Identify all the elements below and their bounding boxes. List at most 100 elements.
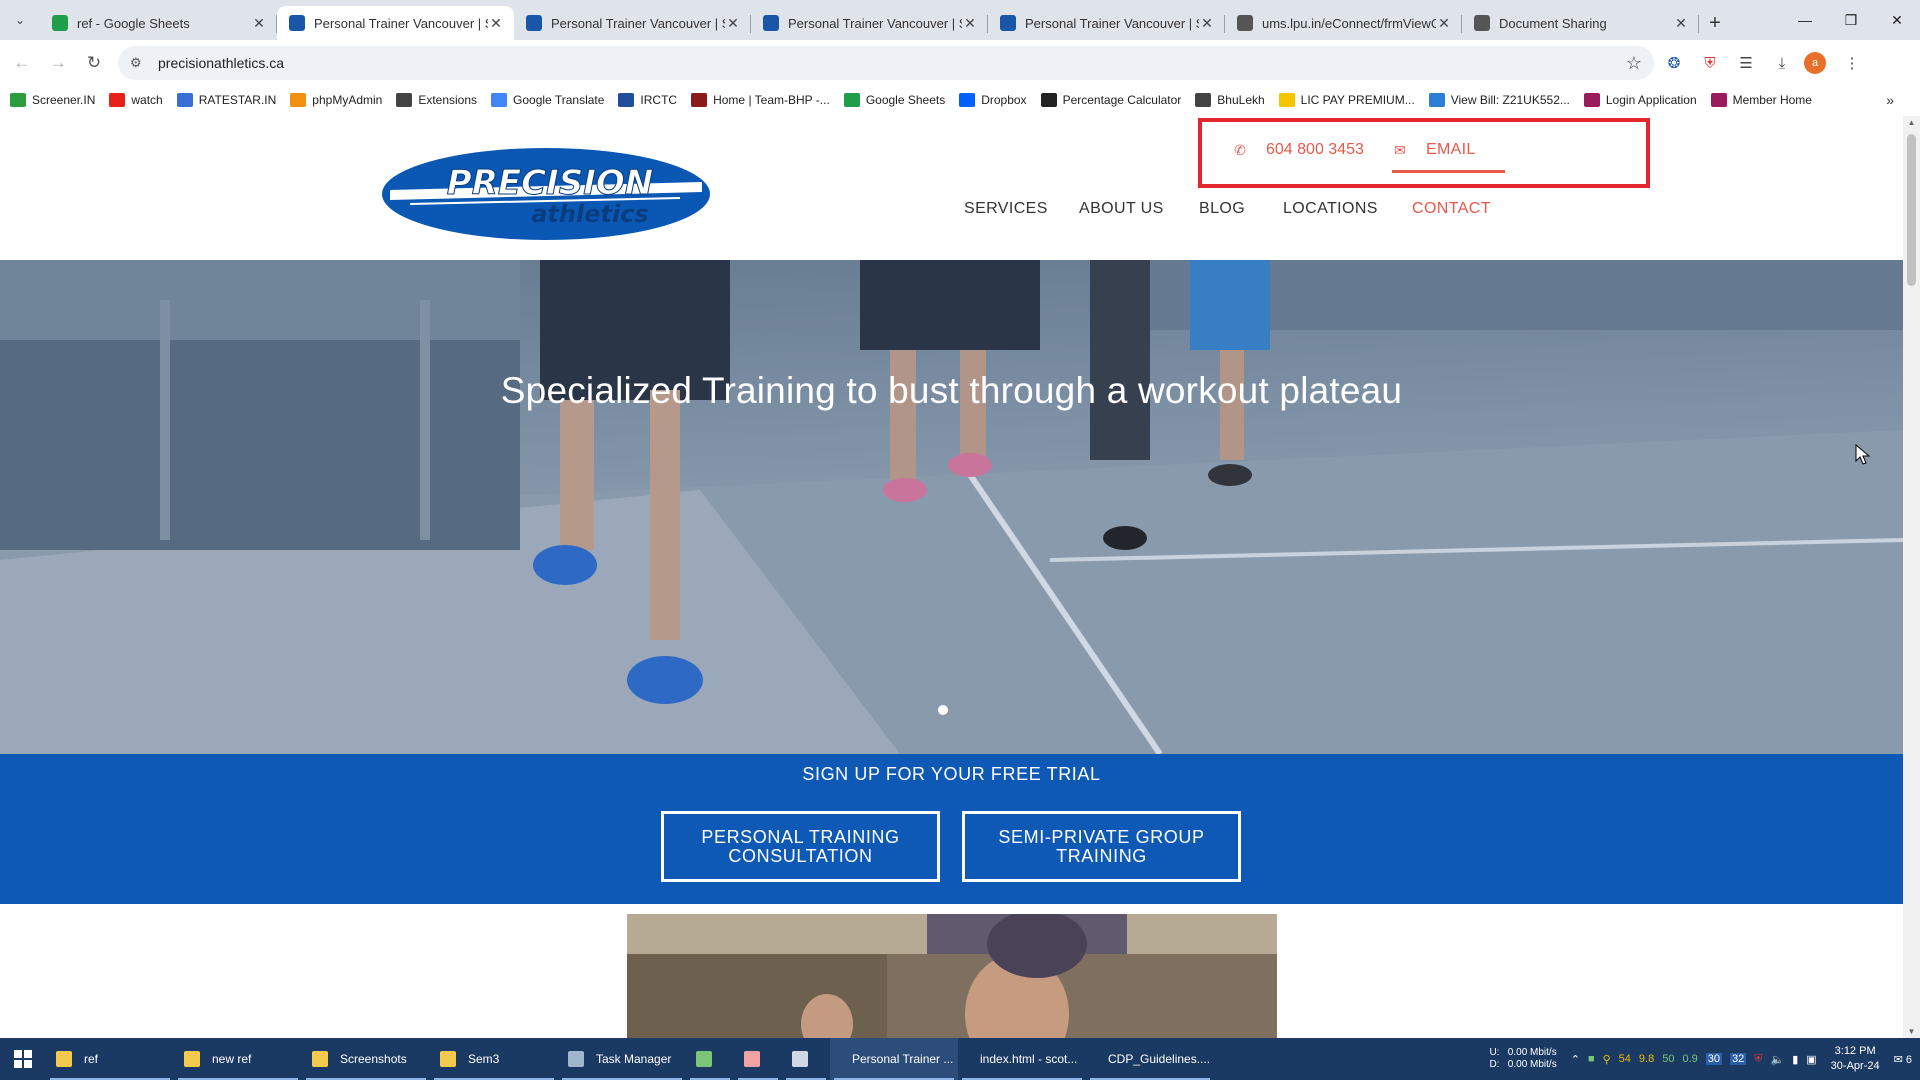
notification-center-icon[interactable]: ✉ 6 — [1894, 1053, 1912, 1066]
bookmark-label: LIC PAY PREMIUM... — [1300, 93, 1415, 107]
bookmark-item[interactable]: Google Translate — [491, 93, 604, 107]
battery-icon[interactable]: ▮ — [1792, 1053, 1798, 1066]
bookmark-item[interactable]: Home | Team-BHP -... — [691, 93, 830, 107]
taskbar-item[interactable]: Personal Trainer ... — [830, 1038, 958, 1080]
bookmarks-overflow-icon[interactable]: » — [1886, 92, 1894, 108]
nav-about-us[interactable]: ABOUT US — [1079, 200, 1164, 218]
precision-athletics-logo[interactable]: PRECISION athletics — [380, 146, 712, 247]
reload-button[interactable]: ↻ — [80, 49, 108, 77]
download-speed: 0.00 Mbit/s — [1507, 1059, 1557, 1070]
tab-close-icon[interactable]: ✕ — [488, 15, 504, 32]
back-button[interactable]: ← — [8, 49, 36, 77]
contact-highlight-box: ✆ 604 800 3453 ✉ EMAIL — [1198, 118, 1650, 188]
volume-icon[interactable]: 🔈 — [1771, 1053, 1785, 1066]
site-info-icon[interactable]: ⚙ — [130, 55, 152, 71]
forward-button[interactable]: → — [44, 49, 72, 77]
bookmark-item[interactable]: Google Sheets — [843, 93, 945, 107]
nav-contact[interactable]: CONTACT — [1412, 200, 1491, 218]
phone-link[interactable]: ✆ 604 800 3453 — [1232, 141, 1364, 159]
tray-search-icon[interactable]: ⚲ — [1603, 1053, 1611, 1066]
restore-button[interactable]: ❐ — [1828, 0, 1874, 40]
browser-tab[interactable]: Personal Trainer Vancouver | Sm ✕ — [988, 6, 1225, 40]
bookmark-item[interactable]: LIC PAY PREMIUM... — [1278, 93, 1415, 107]
close-window-button[interactable]: ✕ — [1874, 0, 1920, 40]
download-icon[interactable]: ⤓ — [1766, 47, 1798, 79]
email-link[interactable]: ✉ EMAIL — [1392, 141, 1476, 159]
scrollbar-thumb[interactable] — [1907, 134, 1916, 286]
taskbar-clock[interactable]: 3:12 PM 30-Apr-24 — [1831, 1044, 1880, 1074]
start-button[interactable] — [0, 1038, 46, 1080]
taskbar-item[interactable]: index.html - scot... — [958, 1038, 1086, 1080]
tab-close-icon[interactable]: ✕ — [962, 15, 978, 32]
taskbar-item-label: CDP_Guidelines.... — [1108, 1052, 1211, 1066]
taskbar-item[interactable]: ref — [46, 1038, 174, 1080]
bookmark-item[interactable]: RATESTAR.IN — [176, 93, 276, 107]
taskbar-item[interactable]: Sem3 — [430, 1038, 558, 1080]
nav-blog[interactable]: BLOG — [1199, 200, 1245, 218]
tab-close-icon[interactable]: ✕ — [1673, 15, 1689, 32]
scroll-up-arrow-icon[interactable]: ▲ — [1903, 118, 1920, 127]
scroll-down-arrow-icon[interactable]: ▼ — [1903, 1027, 1920, 1036]
bookmark-item[interactable]: Extensions — [396, 93, 477, 107]
swoosh-icon — [763, 15, 779, 31]
bookmark-item[interactable]: Dropbox — [959, 93, 1027, 107]
taskbar-item[interactable]: Task Manager — [558, 1038, 686, 1080]
tray-chevron-up-icon[interactable]: ⌃ — [1571, 1053, 1580, 1066]
tab-close-icon[interactable]: ✕ — [251, 15, 267, 32]
minimize-button[interactable]: — — [1782, 0, 1828, 40]
bookmark-item[interactable]: View Bill: Z21UK552... — [1428, 93, 1570, 107]
download-label: D: — [1489, 1059, 1500, 1070]
bookmark-item[interactable]: Member Home — [1710, 93, 1812, 107]
tray-app-icon[interactable]: ■ — [1588, 1053, 1595, 1065]
tab-title: ums.lpu.in/eConnect/frmViewC — [1262, 15, 1436, 31]
bookmark-item[interactable]: Screener.IN — [10, 93, 95, 107]
semi-private-group-training-button[interactable]: SEMI-PRIVATE GROUP TRAINING — [962, 811, 1241, 882]
browser-tab[interactable]: Document Sharing ✕ — [1462, 6, 1699, 40]
taskbar-item[interactable] — [782, 1038, 830, 1080]
taskbar-item[interactable] — [686, 1038, 734, 1080]
taskbar-item[interactable]: CDP_Guidelines.... — [1086, 1038, 1214, 1080]
browser-tab[interactable]: ref - Google Sheets ✕ — [40, 6, 277, 40]
bookmark-star-icon[interactable]: ☆ — [1626, 53, 1642, 74]
bookmark-item[interactable]: watch — [109, 93, 163, 107]
browser-tab[interactable]: ums.lpu.in/eConnect/frmViewC ✕ — [1225, 6, 1462, 40]
tab-title: Personal Trainer Vancouver | Sm — [1025, 15, 1199, 31]
browser-tab[interactable]: Personal Trainer Vancouver | Sm ✕ — [277, 6, 514, 40]
bookmark-item[interactable]: IRCTC — [618, 93, 677, 107]
taskbar-item-label: index.html - scot... — [980, 1052, 1078, 1066]
tab-close-icon[interactable]: ✕ — [1436, 15, 1452, 32]
nav-services[interactable]: SERVICES — [964, 200, 1048, 218]
bookmark-item[interactable]: BhuLekh — [1195, 93, 1265, 107]
address-bar[interactable]: ⚙ precisionathletics.ca ☆ — [118, 46, 1654, 80]
taskbar-item[interactable]: new ref — [174, 1038, 302, 1080]
tab-close-icon[interactable]: ✕ — [725, 15, 741, 32]
bookmark-item[interactable]: Login Application — [1583, 93, 1697, 107]
new-tab-button[interactable]: + — [1699, 6, 1731, 40]
percent-icon — [1040, 93, 1057, 107]
browser-tab[interactable]: Personal Trainer Vancouver | Sm ✕ — [751, 6, 988, 40]
nav-locations[interactable]: LOCATIONS — [1283, 200, 1378, 218]
slider-dot-active[interactable] — [938, 705, 948, 715]
email-underline — [1392, 170, 1505, 173]
bookmark-item[interactable]: phpMyAdmin — [290, 93, 382, 107]
tray-shield-icon[interactable]: ⛨ — [1754, 1053, 1762, 1066]
url-text[interactable]: precisionathletics.ca — [158, 55, 1626, 71]
taskbar-item-label: Task Manager — [596, 1052, 672, 1066]
taskbar-item[interactable] — [734, 1038, 782, 1080]
bar-chart-icon — [10, 93, 26, 107]
extension-shield-icon[interactable]: ⛨ — [1694, 47, 1726, 79]
extensions-puzzle-icon[interactable]: ☰ — [1730, 47, 1762, 79]
taskbar-item[interactable]: Screenshots — [302, 1038, 430, 1080]
menu-kebab-icon[interactable]: ⋮ — [1836, 47, 1868, 79]
network-icon[interactable]: ▣ — [1806, 1053, 1816, 1066]
profile-avatar[interactable]: a — [1804, 52, 1826, 74]
personal-training-consultation-button[interactable]: PERSONAL TRAINING CONSULTATION — [661, 811, 940, 882]
tab-search-button[interactable]: ⌄ — [0, 0, 40, 40]
extension-globe-icon[interactable]: ❂ — [1658, 47, 1690, 79]
browser-tab[interactable]: Personal Trainer Vancouver | Sm ✕ — [514, 6, 751, 40]
tab-close-icon[interactable]: ✕ — [1199, 15, 1215, 32]
taskbar-item-label: Screenshots — [340, 1052, 407, 1066]
mouse-cursor-icon — [1855, 444, 1871, 465]
bookmark-item[interactable]: Percentage Calculator — [1040, 93, 1181, 107]
page-scrollbar[interactable]: ▲ ▼ — [1903, 116, 1920, 1038]
